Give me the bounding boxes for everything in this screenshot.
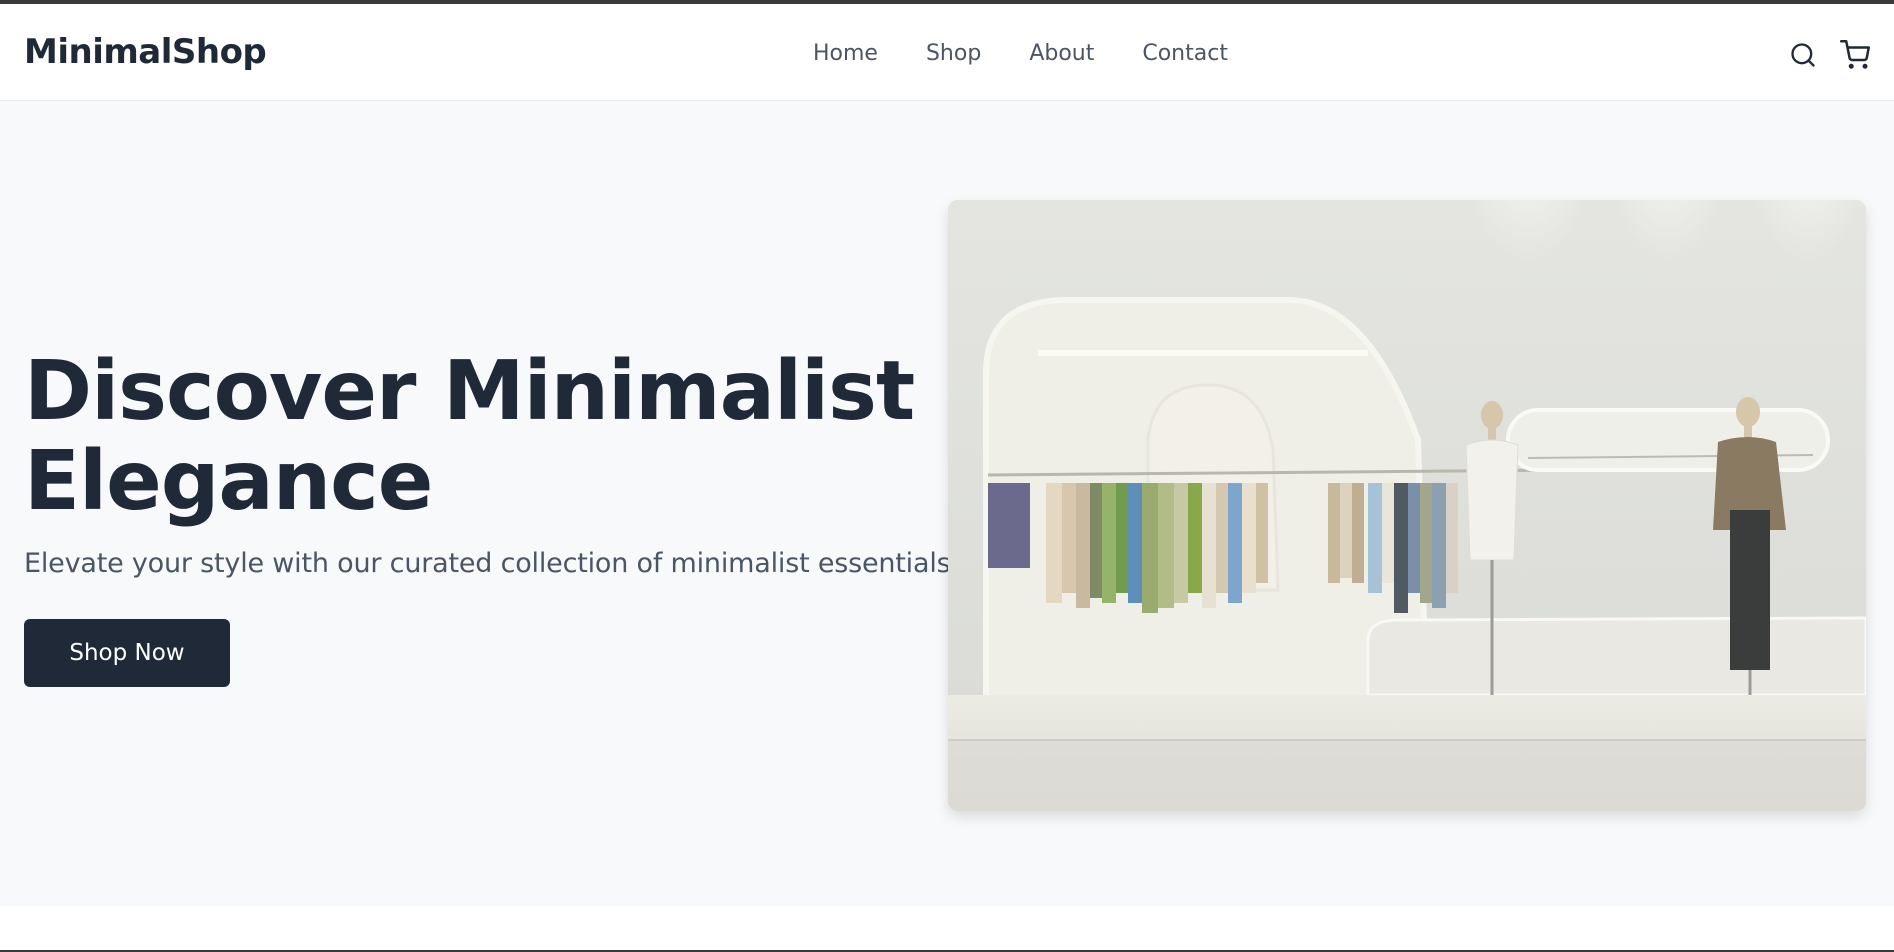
shop-now-button[interactable]: Shop Now — [24, 619, 230, 687]
hero-title: Discover Minimalist Elegance — [24, 344, 915, 529]
nav-home-link[interactable]: Home — [813, 41, 878, 66]
page: MinimalShop Home Shop About Contact Disc… — [0, 0, 1894, 952]
cart-button[interactable] — [1840, 40, 1870, 70]
site-header: MinimalShop Home Shop About Contact — [0, 4, 1894, 101]
nav-contact-link[interactable]: Contact — [1142, 41, 1228, 66]
hero-subtitle: Elevate your style with our curated coll… — [24, 548, 959, 579]
hero-section: Discover Minimalist Elegance Elevate you… — [0, 101, 1894, 906]
nav-about-link[interactable]: About — [1029, 41, 1094, 66]
below-fold-section — [0, 906, 1894, 950]
search-icon — [1791, 43, 1815, 67]
nav-shop-link[interactable]: Shop — [926, 41, 981, 66]
main-nav: Home Shop About Contact — [813, 41, 1228, 66]
header-actions — [1788, 40, 1870, 70]
store-interior-illustration — [948, 200, 1866, 811]
cart-icon — [1840, 40, 1870, 69]
search-button[interactable] — [1788, 40, 1818, 70]
brand-logo[interactable]: MinimalShop — [24, 32, 267, 72]
hero-store-image — [948, 200, 1866, 811]
